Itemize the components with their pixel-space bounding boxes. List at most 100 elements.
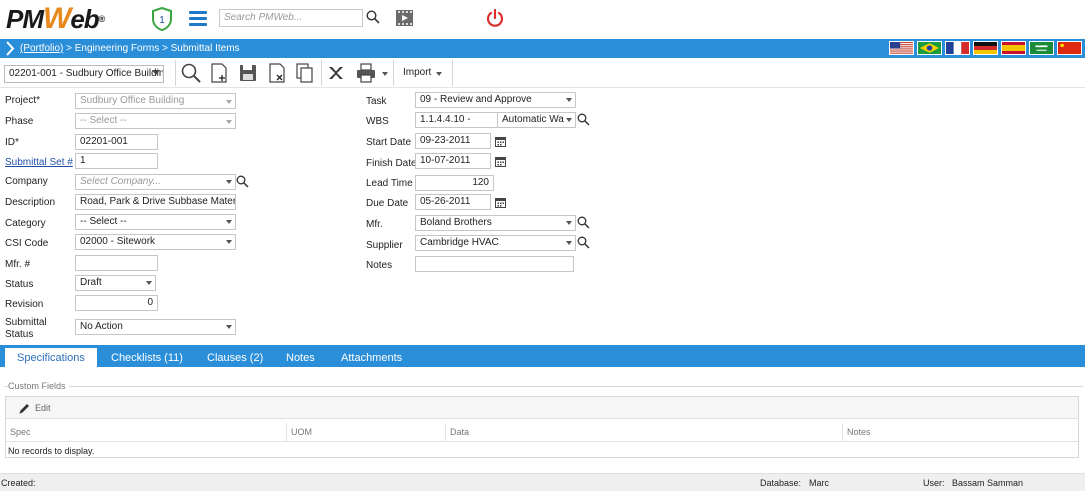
add-new-icon[interactable] (208, 62, 230, 84)
company-search-icon[interactable] (236, 175, 249, 188)
start-date-label: Start Date (366, 137, 412, 148)
mfr-number-field[interactable] (75, 255, 158, 271)
search-icon[interactable] (366, 10, 380, 24)
print-icon[interactable] (355, 62, 377, 84)
chevron-down-icon (226, 100, 232, 104)
saudi-flag-icon[interactable] (1029, 41, 1054, 55)
detail-tabs: Specifications Checklists (11) Clauses (… (0, 345, 1085, 367)
chevron-down-icon[interactable] (566, 118, 572, 122)
csi-code-select[interactable]: 02000 - Sitework (75, 234, 236, 250)
france-flag-icon[interactable] (945, 41, 970, 55)
company-select[interactable]: Select Company... (75, 174, 236, 190)
us-flag-icon[interactable] (889, 41, 914, 55)
lead-time-field[interactable]: 120 (415, 175, 494, 191)
import-button[interactable]: Import (403, 67, 431, 78)
column-header-notes[interactable]: Notes (842, 423, 1078, 442)
category-select[interactable]: -- Select -- (75, 214, 236, 230)
user-value: Bassam Samman (952, 478, 1024, 488)
tab-attachments[interactable]: Attachments (329, 349, 414, 367)
chevron-down-icon[interactable] (146, 281, 152, 285)
submittal-set-link[interactable]: Submittal Set # (5, 157, 73, 168)
mfr-label: Mfr. (366, 219, 383, 230)
pencil-edit-icon[interactable] (18, 402, 31, 415)
chevron-right-icon[interactable] (5, 41, 15, 56)
project-select: Sudbury Office Building (75, 93, 236, 109)
task-select[interactable]: 09 - Review and Approve (415, 92, 576, 108)
breadcrumb: (Portfolio) > Engineering Forms > Submit… (20, 43, 240, 54)
tab-specifications[interactable]: Specifications (5, 348, 97, 367)
record-selector-dropdown[interactable]: 02201-001 - Sudbury Office Building (4, 65, 164, 83)
chevron-down-icon (226, 120, 232, 124)
tab-clauses[interactable]: Clauses (2) (195, 349, 275, 367)
database-label: Database: (760, 478, 802, 488)
chevron-down-icon[interactable] (566, 98, 572, 102)
status-select[interactable]: Draft (75, 275, 156, 291)
china-flag-icon[interactable] (1057, 41, 1082, 55)
grid-toolbar: Edit (6, 397, 1078, 419)
edit-button[interactable]: Edit (35, 403, 51, 413)
database-value: Marc (809, 478, 829, 488)
supplier-search-icon[interactable] (577, 236, 590, 249)
chevron-down-icon (152, 70, 160, 75)
copy-icon[interactable] (294, 62, 316, 84)
project-label: Project* (5, 95, 41, 106)
column-header-data[interactable]: Data (445, 423, 842, 442)
chevron-down-icon[interactable] (226, 180, 232, 184)
shield-notification-icon[interactable]: 1 (151, 7, 173, 31)
wbs-mode-select[interactable]: Automatic Wa (497, 112, 576, 128)
chevron-down-icon[interactable] (226, 220, 232, 224)
chevron-down-icon[interactable] (566, 241, 572, 245)
germany-flag-icon[interactable] (973, 41, 998, 55)
logo-text-eb: eb (70, 4, 99, 34)
calendar-icon[interactable] (495, 197, 506, 208)
custom-fields-grid: Edit Spec UOM Data Notes No records to d… (5, 396, 1079, 458)
supplier-label: Supplier (366, 240, 403, 251)
tab-checklists[interactable]: Checklists (11) (99, 349, 195, 367)
calendar-icon[interactable] (495, 136, 506, 147)
tab-notes[interactable]: Notes (274, 349, 327, 367)
cancel-icon[interactable] (325, 62, 347, 84)
brazil-flag-icon[interactable] (917, 41, 942, 55)
description-field[interactable]: Road, Park & Drive Subbase Materials (75, 194, 236, 210)
wbs-search-icon[interactable] (577, 113, 590, 126)
calendar-icon[interactable] (495, 156, 506, 167)
pmweb-logo[interactable]: PMWeb® (6, 2, 105, 35)
spain-flag-icon[interactable] (1001, 41, 1026, 55)
chevron-down-icon[interactable] (226, 325, 232, 329)
column-header-spec[interactable]: Spec (6, 423, 286, 442)
search-input[interactable]: Search PMWeb... (219, 9, 363, 27)
supplier-select[interactable]: Cambridge HVAC (415, 235, 576, 251)
wbs-field[interactable]: 1.1.4.4.10 - (415, 112, 498, 128)
print-dropdown-chevron-icon[interactable] (382, 72, 388, 76)
chevron-down-icon[interactable] (226, 240, 232, 244)
toolbar-divider (175, 60, 176, 86)
user-label: User: (923, 478, 945, 488)
video-tutorial-icon[interactable] (395, 9, 414, 27)
hamburger-menu-icon[interactable] (189, 11, 207, 27)
notes-field[interactable] (415, 256, 574, 272)
delete-icon[interactable] (266, 62, 288, 84)
id-field[interactable]: 02201-001 (75, 134, 158, 150)
revision-field[interactable]: 0 (75, 295, 158, 311)
search-record-icon[interactable] (180, 62, 202, 84)
due-date-field[interactable]: 05-26-2011 (415, 194, 491, 210)
logo-text-pm: PM (6, 4, 44, 34)
column-header-uom[interactable]: UOM (286, 423, 445, 442)
id-label: ID* (5, 137, 19, 148)
save-icon[interactable] (237, 62, 259, 84)
logo-text-w: W (43, 2, 71, 35)
start-date-field[interactable]: 09-23-2011 (415, 133, 491, 149)
mfr-search-icon[interactable] (577, 216, 590, 229)
breadcrumb-portfolio-link[interactable]: (Portfolio) (20, 43, 63, 54)
lead-time-label: Lead Time (366, 178, 413, 189)
mfr-select[interactable]: Boland Brothers (415, 215, 576, 231)
chevron-down-icon[interactable] (566, 221, 572, 225)
logout-power-icon[interactable] (485, 8, 505, 28)
status-bar: Created: Database: Marc User: Bassam Sam… (0, 473, 1085, 491)
finish-date-field[interactable]: 10-07-2011 (415, 153, 491, 169)
submittal-set-field[interactable]: 1 (75, 153, 158, 169)
due-date-label: Due Date (366, 198, 409, 209)
record-selector-value: 02201-001 - Sudbury Office Building (9, 68, 164, 79)
import-dropdown-chevron-icon[interactable] (436, 72, 442, 76)
submittal-status-select[interactable]: No Action (75, 319, 236, 335)
